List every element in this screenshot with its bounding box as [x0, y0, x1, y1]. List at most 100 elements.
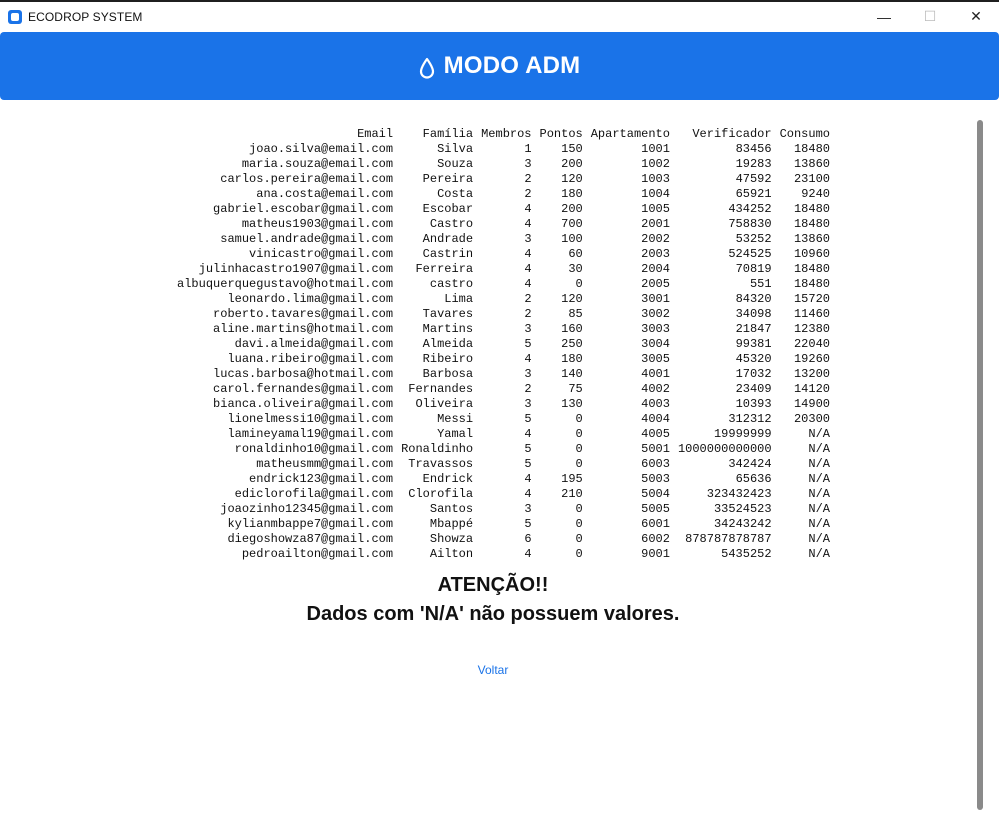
cell-apartamento: 5001 — [641, 442, 670, 456]
cell-verificador: 524525 — [728, 247, 772, 261]
cell-consumo: 18480 — [793, 202, 830, 216]
column-header-pontos: Pontos — [539, 127, 583, 141]
cell-consumo: N/A — [808, 517, 830, 531]
table-row: joaozinho12345@gmail.com Santos 3 0 5005 3352… — [177, 502, 830, 517]
cell-membros: 2 — [524, 172, 532, 186]
cell-familia: Showza — [429, 532, 474, 546]
cell-consumo: 13200 — [793, 367, 830, 381]
cell-membros: 4 — [524, 277, 532, 291]
cell-familia: Pereira — [422, 172, 474, 186]
cell-verificador: 70819 — [735, 262, 772, 276]
cell-familia: Costa — [437, 187, 474, 201]
cell-consumo: 12380 — [793, 322, 830, 336]
cell-verificador: 342424 — [728, 457, 772, 471]
maximize-button[interactable]: ☐ — [907, 2, 953, 31]
cell-apartamento: 1001 — [641, 142, 670, 156]
cell-familia: Almeida — [422, 337, 474, 351]
table-row: maria.souza@email.com Souza 3 200 1002 19283 1… — [177, 157, 830, 172]
table-body: joao.silva@email.com Silva 1 150 1001 83456 18… — [177, 142, 830, 562]
cell-email: lucas.barbosa@hotmail.com — [213, 367, 394, 381]
cell-email: ronaldinho10@gmail.com — [234, 442, 394, 456]
table-row: diegoshowza87@gmail.com Showza 6 0 6002 87878… — [177, 532, 830, 547]
table-row: julinhacastro1907@gmail.com Ferreira 4 30 20… — [177, 262, 830, 277]
cell-membros: 5 — [524, 457, 532, 471]
cell-verificador: 65921 — [735, 187, 772, 201]
table-row: samuel.andrade@gmail.com Andrade 3 100 2002 5… — [177, 232, 830, 247]
cell-apartamento: 3004 — [641, 337, 670, 351]
cell-email: luana.ribeiro@gmail.com — [227, 352, 394, 366]
cell-verificador: 17032 — [735, 367, 772, 381]
cell-membros: 2 — [524, 292, 532, 306]
cell-consumo: 22040 — [793, 337, 830, 351]
cell-pontos: 180 — [561, 187, 583, 201]
cell-membros: 3 — [524, 322, 532, 336]
cell-familia: Lima — [444, 292, 474, 306]
cell-membros: 2 — [524, 307, 532, 321]
cell-apartamento: 5005 — [641, 502, 670, 516]
cell-familia: Clorofila — [408, 487, 474, 501]
table-row: pedroailton@gmail.com Ailton 4 0 9001 5435252… — [177, 547, 830, 562]
cell-familia: Messi — [437, 412, 474, 426]
cell-verificador: 5435252 — [721, 547, 772, 561]
table-row: aline.martins@hotmail.com Martins 3 160 3003… — [177, 322, 830, 337]
cell-apartamento: 1004 — [641, 187, 670, 201]
scrollbar[interactable] — [975, 117, 985, 817]
cell-verificador: 33524523 — [713, 502, 772, 516]
cell-familia: Barbosa — [422, 367, 474, 381]
cell-membros: 3 — [524, 232, 532, 246]
water-drop-icon — [419, 57, 434, 79]
cell-verificador: 53252 — [735, 232, 772, 246]
column-header-apartamento: Apartamento — [590, 127, 670, 141]
cell-pontos: 85 — [568, 307, 583, 321]
cell-membros: 3 — [524, 502, 532, 516]
cell-verificador: 323432423 — [706, 487, 772, 501]
cell-membros: 3 — [524, 157, 532, 171]
cell-apartamento: 2004 — [641, 262, 670, 276]
window-titlebar[interactable]: ECODROP SYSTEM — ☐ ✕ — [0, 2, 999, 31]
cell-email: carlos.pereira@email.com — [220, 172, 394, 186]
cell-consumo: 18480 — [793, 262, 830, 276]
cell-pontos: 130 — [561, 397, 583, 411]
window-controls: — ☐ ✕ — [861, 2, 999, 31]
scrollbar-thumb[interactable] — [977, 120, 983, 810]
cell-familia: Silva — [437, 142, 474, 156]
cell-membros: 6 — [524, 532, 532, 546]
column-header-verificador: Verificador — [692, 127, 772, 141]
cell-consumo: 13860 — [793, 232, 830, 246]
cell-verificador: 551 — [749, 277, 772, 291]
cell-consumo: 18480 — [793, 277, 830, 291]
cell-consumo: N/A — [808, 442, 830, 456]
table-row: bianca.oliveira@gmail.com Oliveira 3 130 400… — [177, 397, 830, 412]
cell-familia: Castro — [429, 217, 474, 231]
cell-membros: 4 — [524, 217, 532, 231]
cell-pontos: 0 — [575, 517, 583, 531]
table-row: joao.silva@email.com Silva 1 150 1001 83456 18… — [177, 142, 830, 157]
minimize-button[interactable]: — — [861, 2, 907, 31]
cell-membros: 4 — [524, 262, 532, 276]
cell-consumo: 18480 — [793, 142, 830, 156]
cell-email: ana.costa@email.com — [256, 187, 394, 201]
cell-email: albuquerquegustavo@hotmail.com — [177, 277, 394, 291]
cell-consumo: 20300 — [793, 412, 830, 426]
cell-apartamento: 4004 — [641, 412, 670, 426]
cell-membros: 2 — [524, 187, 532, 201]
cell-membros: 4 — [524, 247, 532, 261]
cell-verificador: 34243242 — [713, 517, 772, 531]
table-row: vinicastro@gmail.com Castrin 4 60 2003 524525… — [177, 247, 830, 262]
cell-apartamento: 2002 — [641, 232, 670, 246]
back-link[interactable]: Voltar — [0, 663, 986, 677]
cell-consumo: N/A — [808, 532, 830, 546]
cell-pontos: 0 — [575, 277, 583, 291]
cell-pontos: 120 — [561, 292, 583, 306]
table-row: leonardo.lima@gmail.com Lima 2 120 3001 84320… — [177, 292, 830, 307]
cell-familia: Ailton — [429, 547, 474, 561]
cell-consumo: 14900 — [793, 397, 830, 411]
cell-pontos: 0 — [575, 532, 583, 546]
close-button[interactable]: ✕ — [953, 2, 999, 31]
cell-consumo: N/A — [808, 487, 830, 501]
cell-apartamento: 3005 — [641, 352, 670, 366]
table-row: ronaldinho10@gmail.com Ronaldinho 5 0 5001 10… — [177, 442, 830, 457]
cell-email: joaozinho12345@gmail.com — [220, 502, 394, 516]
cell-consumo: 13860 — [793, 157, 830, 171]
cell-consumo: N/A — [808, 502, 830, 516]
